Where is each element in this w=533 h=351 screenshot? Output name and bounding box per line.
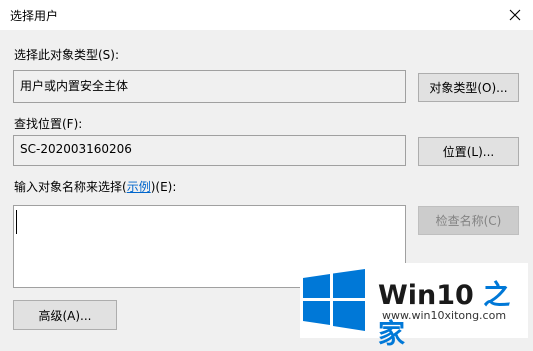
object-type-label: 选择此对象类型(S): (14, 48, 120, 62)
locations-button-label: 位置(L)... (442, 145, 495, 159)
close-button[interactable] (497, 0, 533, 30)
location-label: 查找位置(F): (14, 117, 83, 131)
object-types-button-label: 对象类型(O)... (429, 81, 508, 95)
advanced-button-label: 高级(A)... (38, 308, 92, 323)
object-type-value: 用户或内置安全主体 (20, 79, 129, 93)
watermark: Win10 之家 www.win10xitong.com (300, 263, 528, 350)
close-icon (509, 9, 521, 21)
advanced-button[interactable]: 高级(A)... (13, 300, 117, 330)
window-title: 选择用户 (10, 9, 59, 23)
examples-link[interactable]: 示例 (127, 180, 151, 194)
location-field: SC-202003160206 (13, 135, 406, 166)
windows-logo-icon (303, 269, 365, 331)
check-names-button[interactable]: 检查名称(C) (418, 206, 519, 235)
text-caret (16, 210, 17, 234)
object-names-label-prefix: 输入对象名称来选择( (14, 180, 127, 194)
watermark-url: www.win10xitong.com (382, 309, 507, 322)
location-value: SC-202003160206 (20, 142, 132, 156)
object-type-field: 用户或内置安全主体 (13, 70, 406, 103)
object-types-button[interactable]: 对象类型(O)... (418, 73, 519, 102)
object-names-label: 输入对象名称来选择(示例)(E): (14, 178, 176, 195)
locations-button[interactable]: 位置(L)... (418, 137, 519, 166)
object-names-label-suffix: )(E): (150, 180, 177, 194)
title-bar: 选择用户 (0, 0, 533, 30)
check-names-button-label: 检查名称(C) (435, 214, 502, 228)
watermark-brand-win10: Win10 (378, 280, 484, 311)
